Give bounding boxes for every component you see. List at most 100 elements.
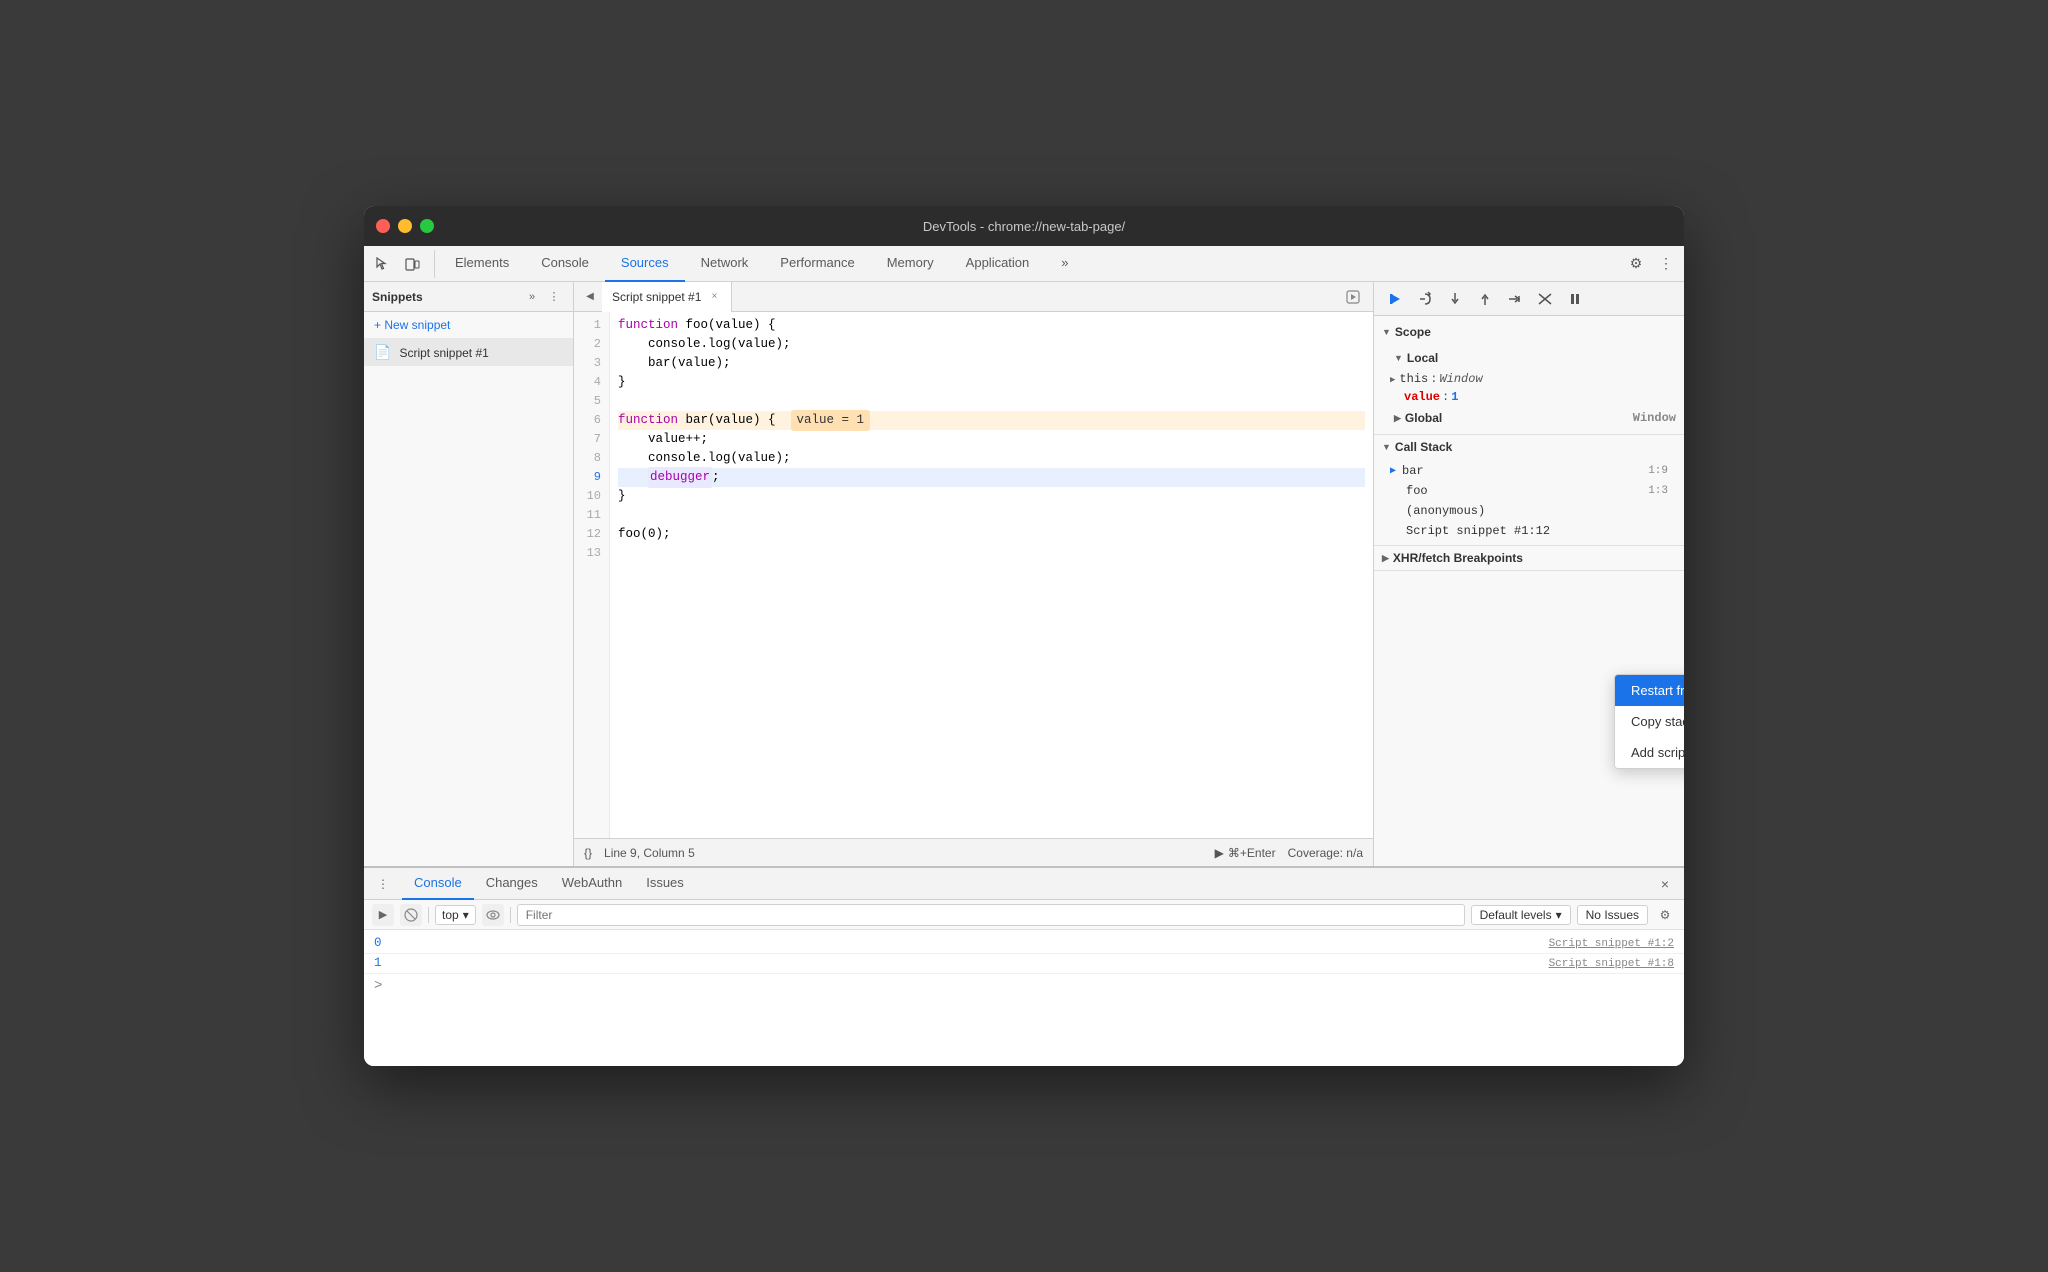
console-settings-button[interactable]: ⚙ — [1654, 904, 1676, 926]
this-expand[interactable]: ▶ — [1390, 375, 1395, 385]
console-source-1[interactable]: Script snippet #1:8 — [1549, 958, 1674, 970]
step-button[interactable] — [1502, 286, 1528, 312]
scope-this: ▶ this : Window — [1374, 370, 1684, 388]
xhr-title: XHR/fetch Breakpoints — [1393, 551, 1523, 565]
xhr-breakpoints-header[interactable]: XHR/fetch Breakpoints — [1374, 546, 1684, 570]
top-context-selector[interactable]: top ▾ — [435, 905, 476, 925]
sidebar-more-icon[interactable]: » — [521, 286, 543, 308]
pause-on-exceptions-button[interactable] — [1562, 286, 1588, 312]
tab-network[interactable]: Network — [685, 246, 765, 282]
editor-tab-snippet[interactable]: Script snippet #1 × — [602, 282, 732, 312]
bottom-tab-webauthn[interactable]: WebAuthn — [550, 868, 634, 900]
console-filter-input[interactable] — [517, 904, 1465, 926]
select-element-button[interactable] — [368, 250, 396, 278]
deactivate-breakpoints-button[interactable] — [1532, 286, 1558, 312]
console-prompt-icon: > — [374, 978, 382, 994]
console-divider-2 — [510, 907, 511, 923]
console-clear-button[interactable] — [400, 904, 422, 926]
tab-more[interactable]: » — [1045, 246, 1084, 282]
tab-sources[interactable]: Sources — [605, 246, 685, 282]
code-line-1: function foo(value) { — [618, 316, 1365, 335]
call-stack-snippet[interactable]: Script snippet #1:12 — [1374, 521, 1684, 541]
debug-toolbar — [1374, 282, 1684, 316]
scope-header[interactable]: Scope — [1374, 320, 1684, 344]
device-toggle-button[interactable] — [398, 250, 426, 278]
settings-button[interactable]: ⚙ — [1622, 250, 1650, 278]
step-out-button[interactable] — [1472, 286, 1498, 312]
editor-run-button[interactable] — [1341, 285, 1365, 309]
console-divider-1 — [428, 907, 429, 923]
toolbar-icons-left — [368, 250, 435, 278]
more-tools-button[interactable]: ⋮ — [1652, 250, 1680, 278]
coverage-status: Coverage: n/a — [1288, 846, 1363, 860]
line-num-1: 1 — [574, 316, 609, 335]
code-line-10: } — [618, 487, 1365, 506]
new-snippet-button[interactable]: + New snippet — [364, 312, 573, 339]
resume-button[interactable] — [1382, 286, 1408, 312]
right-panel-content: Scope Local ▶ this — [1374, 316, 1684, 866]
console-value-1: 1 — [374, 956, 382, 970]
context-restart-frame[interactable]: Restart frame — [1615, 675, 1684, 706]
tab-console[interactable]: Console — [525, 246, 605, 282]
editor-tab-label: Script snippet #1 — [612, 290, 701, 304]
snippet-item[interactable]: 📄 Script snippet #1 — [364, 339, 573, 366]
console-prompt-row[interactable]: > — [364, 974, 1684, 998]
bottom-tab-changes[interactable]: Changes — [474, 868, 550, 900]
line-num-6: 6 — [574, 411, 609, 430]
bottom-close-button[interactable]: × — [1654, 873, 1676, 895]
console-source-0[interactable]: Script snippet #1:2 — [1549, 938, 1674, 950]
close-button[interactable] — [376, 219, 390, 233]
line-num-7: 7 — [574, 430, 609, 449]
line-num-3: 3 — [574, 354, 609, 373]
context-copy-stack-trace[interactable]: Copy stack trace — [1615, 706, 1684, 737]
editor-tab-close[interactable]: × — [707, 290, 721, 304]
call-stack-header[interactable]: Call Stack — [1374, 435, 1684, 459]
new-snippet-label: + New snippet — [374, 318, 450, 332]
scope-title: Scope — [1395, 325, 1431, 339]
console-eye-button[interactable] — [482, 904, 504, 926]
tab-memory[interactable]: Memory — [871, 246, 950, 282]
bottom-menu-button[interactable]: ⋮ — [372, 873, 394, 895]
top-dropdown-icon: ▾ — [463, 908, 469, 922]
call-stack-foo[interactable]: foo 1:3 — [1374, 481, 1684, 501]
tab-performance[interactable]: Performance — [764, 246, 870, 282]
context-add-to-ignore-list[interactable]: Add script to ignore list — [1615, 737, 1684, 768]
call-stack-bar[interactable]: ▶ bar 1:9 — [1374, 461, 1684, 481]
code-line-4: } — [618, 373, 1365, 392]
tab-application[interactable]: Application — [950, 246, 1046, 282]
context-menu: Restart frame Copy stack trace Add scrip… — [1614, 674, 1684, 769]
bottom-tab-console[interactable]: Console — [402, 868, 474, 900]
line-num-9: 9 — [574, 468, 609, 487]
step-over-button[interactable] — [1412, 286, 1438, 312]
editor-nav-back[interactable]: ◀ — [578, 285, 602, 309]
default-levels-button[interactable]: Default levels ▾ — [1471, 905, 1571, 925]
no-issues-button[interactable]: No Issues — [1577, 905, 1648, 925]
devtools-window: DevTools - chrome://new-tab-page/ — [364, 206, 1684, 1066]
tab-elements[interactable]: Elements — [439, 246, 525, 282]
bottom-panel: ⋮ Console Changes WebAuthn Issues × ▶ — [364, 866, 1684, 1066]
code-line-8: console.log(value); — [618, 449, 1365, 468]
xhr-triangle — [1382, 553, 1389, 564]
pretty-print-button[interactable]: {} — [584, 846, 592, 860]
sidebar-menu-icon[interactable]: ⋮ — [543, 286, 565, 308]
console-run-button[interactable]: ▶ — [372, 904, 394, 926]
console-output: 0 Script snippet #1:2 1 Script snippet #… — [364, 930, 1684, 1066]
sidebar: Snippets » ⋮ + New snippet 📄 Script snip… — [364, 282, 574, 866]
minimize-button[interactable] — [398, 219, 412, 233]
code-editor[interactable]: 1 2 3 4 5 6 7 8 9 10 11 12 13 — [574, 312, 1373, 838]
line-num-10: 10 — [574, 487, 609, 506]
call-stack-anon[interactable]: (anonymous) — [1374, 501, 1684, 521]
maximize-button[interactable] — [420, 219, 434, 233]
global-scope-header[interactable]: Global Window — [1374, 406, 1684, 430]
console-value-0: 0 — [374, 936, 382, 950]
run-snippet-button[interactable]: ▶ ⌘+Enter — [1215, 846, 1276, 860]
local-scope-header[interactable]: Local — [1374, 346, 1684, 370]
code-line-5 — [618, 392, 1365, 411]
code-content[interactable]: function foo(value) { console.log(value)… — [610, 312, 1373, 838]
console-toolbar: ▶ top ▾ — [364, 900, 1684, 930]
step-into-button[interactable] — [1442, 286, 1468, 312]
title-bar: DevTools - chrome://new-tab-page/ — [364, 206, 1684, 246]
code-line-11 — [618, 506, 1365, 525]
line-num-5: 5 — [574, 392, 609, 411]
bottom-tab-issues[interactable]: Issues — [634, 868, 696, 900]
